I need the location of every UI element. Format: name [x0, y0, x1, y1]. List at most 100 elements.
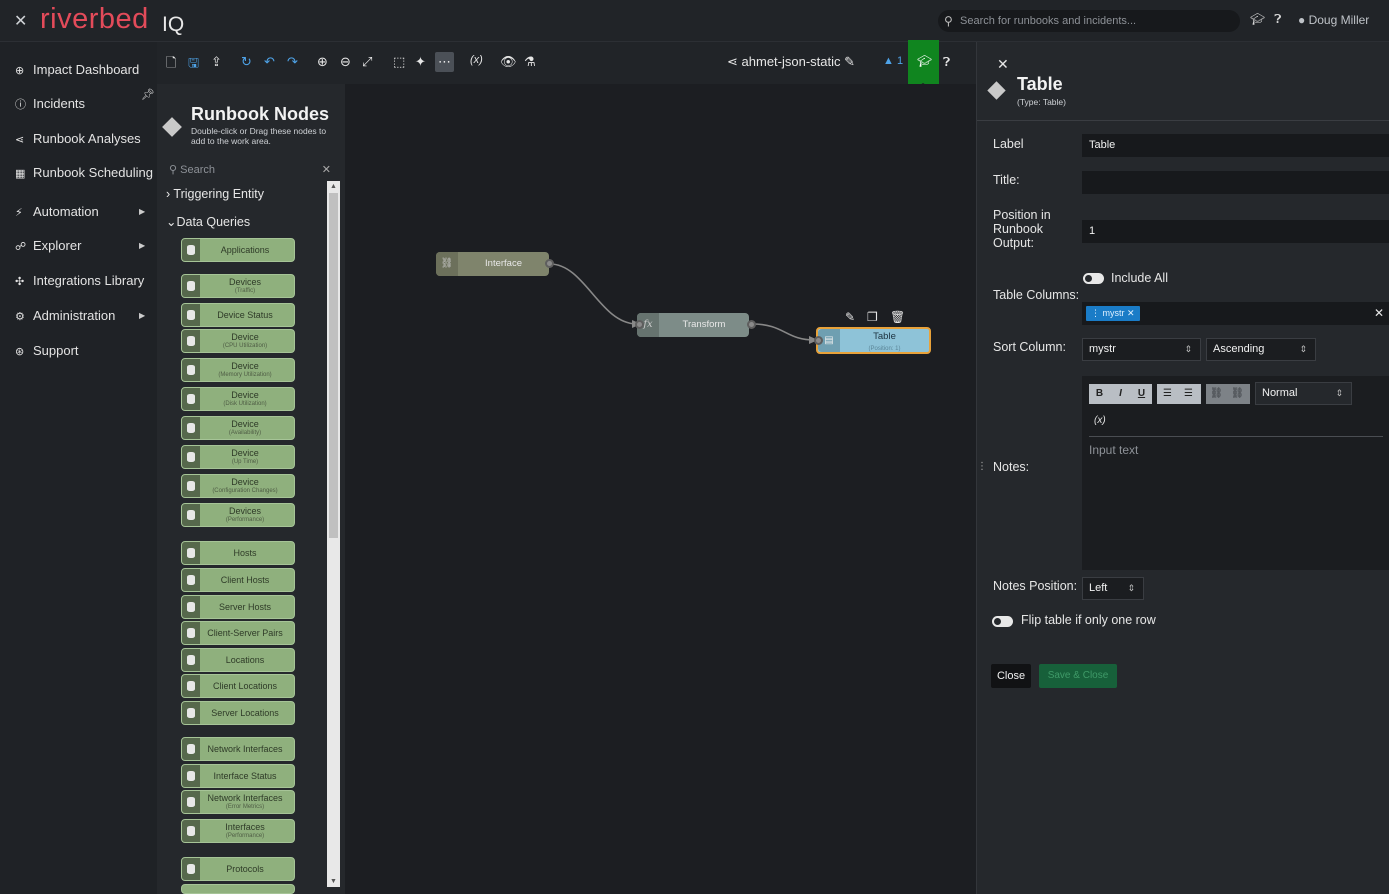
- variables-button[interactable]: (x): [470, 54, 483, 66]
- save-icon[interactable]: 🖫: [188, 54, 199, 76]
- flask-icon[interactable]: ⚗: [524, 54, 536, 70]
- graduation-cap-icon[interactable]: 🎓︎: [1250, 12, 1265, 27]
- node-protocols[interactable]: Protocols: [181, 857, 295, 881]
- insert-variable-button[interactable]: (x): [1094, 415, 1106, 426]
- node-interfaces-performance[interactable]: Interfaces (Performance): [181, 819, 295, 843]
- include-all-toggle[interactable]: [1083, 273, 1104, 284]
- node-hosts[interactable]: Hosts: [181, 541, 295, 565]
- select-area-icon[interactable]: ⬚: [393, 54, 405, 70]
- canvas-node-table[interactable]: ▤ Table (Position: 1): [816, 327, 931, 354]
- title-input[interactable]: [1082, 171, 1389, 194]
- notes-editor[interactable]: BIU ☰ ☰ ⛓ ⛓ Normal ⇕ (x) Input text: [1082, 376, 1389, 570]
- fit-screen-icon[interactable]: ⤢: [362, 54, 372, 70]
- sort-column-select[interactable]: mystr ⇕: [1082, 338, 1201, 361]
- nav-item-impact-dashboard[interactable]: ⊕ Impact Dashboard: [15, 62, 139, 77]
- palette-scrollbar[interactable]: ▲ ▼: [327, 181, 340, 887]
- group-data-queries[interactable]: ⌄Data Queries: [166, 214, 250, 229]
- node-applications[interactable]: Applications: [181, 238, 295, 262]
- palette-search-input[interactable]: ⚲ Search ✕: [169, 163, 331, 176]
- nav-item-automation[interactable]: ⚡︎ Automation ▶: [15, 204, 145, 219]
- flip-table-toggle[interactable]: [992, 616, 1013, 627]
- nav-item-incidents[interactable]: ⓘ Incidents: [15, 96, 85, 112]
- notes-position-select[interactable]: Left ⇕: [1082, 577, 1144, 600]
- canvas-node-interface[interactable]: ⛓ Interface: [436, 252, 549, 276]
- canvas-node-transform[interactable]: fx Transform: [637, 313, 749, 337]
- column-chip[interactable]: ⋮ mystr ✕: [1086, 306, 1140, 321]
- global-search-input[interactable]: ⚲ Search for runbooks and incidents...: [938, 10, 1240, 32]
- edit-node-icon[interactable]: ✎: [845, 310, 855, 324]
- new-file-icon[interactable]: 🗋: [166, 54, 176, 76]
- node-network-interfaces[interactable]: Network Interfaces: [181, 737, 295, 761]
- export-icon[interactable]: ⇪: [211, 54, 222, 70]
- edit-pencil-icon[interactable]: ✎: [844, 54, 855, 69]
- close-icon[interactable]: ✕: [14, 11, 27, 31]
- zoom-in-icon[interactable]: ⊕: [317, 54, 328, 70]
- warning-indicator[interactable]: ▲ 1: [883, 55, 903, 67]
- node-device-uptime[interactable]: Device (Up Time): [181, 445, 295, 469]
- connect-mode-icon[interactable]: ⋯: [435, 52, 454, 72]
- resize-handle[interactable]: ⋮: [977, 461, 987, 472]
- scroll-up-icon[interactable]: ▲: [330, 183, 337, 190]
- node-server-locations[interactable]: Server Locations: [181, 701, 295, 725]
- node-client-server-pairs[interactable]: Client-Server Pairs: [181, 621, 295, 645]
- node-network-interfaces-errors[interactable]: Network Interfaces (Error Metrics): [181, 790, 295, 814]
- scroll-thumb[interactable]: [329, 193, 338, 538]
- help-icon[interactable]: ❓︎: [943, 55, 950, 70]
- magic-icon[interactable]: ✦: [415, 54, 426, 70]
- work-area-canvas[interactable]: ⛓ Interface fx Transform ✎ ❐ 🗑︎ ▤ Table …: [345, 84, 976, 894]
- node-client-locations[interactable]: Client Locations: [181, 674, 295, 698]
- nav-item-explorer[interactable]: ☍ Explorer ▶: [15, 238, 145, 253]
- scroll-down-icon[interactable]: ▼: [330, 878, 337, 885]
- node-client-hosts[interactable]: Client Hosts: [181, 568, 295, 592]
- node-device-disk[interactable]: Device (Disk Utilization): [181, 387, 295, 411]
- nav-item-runbook-analyses[interactable]: ⋖ Runbook Analyses: [15, 131, 141, 146]
- duplicate-node-icon[interactable]: ❐: [867, 310, 878, 324]
- close-panel-icon[interactable]: ✕: [997, 56, 1009, 73]
- node-server-hosts[interactable]: Server Hosts: [181, 595, 295, 619]
- help-icon[interactable]: ❓︎: [1274, 12, 1281, 27]
- save-close-button[interactable]: Save & Close: [1039, 664, 1117, 688]
- link-icon[interactable]: ⛓: [1206, 384, 1227, 404]
- refresh-icon[interactable]: ↻: [241, 54, 252, 70]
- delete-node-icon[interactable]: 🗑︎: [890, 310, 905, 324]
- nav-item-runbook-scheduling[interactable]: ▦ Runbook Scheduling: [15, 165, 153, 180]
- ordered-list-icon[interactable]: ☰: [1157, 384, 1178, 404]
- nav-item-administration[interactable]: ⚙ Administration ▶: [15, 308, 145, 323]
- node-device-status[interactable]: Device Status: [181, 303, 295, 327]
- remove-chip-icon[interactable]: ✕: [1127, 308, 1135, 318]
- group-triggering-entity[interactable]: › Triggering Entity: [166, 187, 264, 201]
- output-port[interactable]: [545, 259, 554, 268]
- node-device-cpu[interactable]: Device (CPU Utilization): [181, 329, 295, 353]
- node-interface-status[interactable]: Interface Status: [181, 764, 295, 788]
- nav-item-support[interactable]: ⊛ Support: [15, 343, 79, 358]
- redo-icon[interactable]: ↷: [287, 54, 298, 70]
- format-select[interactable]: Normal ⇕: [1255, 382, 1352, 405]
- nav-item-integrations-library[interactable]: ✣ Integrations Library: [15, 273, 144, 288]
- node-device-config[interactable]: Device (Configuration Changes): [181, 474, 295, 498]
- output-port[interactable]: [747, 320, 756, 329]
- position-input[interactable]: 1: [1082, 220, 1389, 243]
- node-device-memory[interactable]: Device (Memory Utilization): [181, 358, 295, 382]
- bold-icon[interactable]: B: [1089, 384, 1110, 404]
- pin-icon[interactable]: 📌︎: [141, 88, 155, 101]
- node-partial[interactable]: [181, 884, 295, 894]
- italic-icon[interactable]: I: [1110, 384, 1131, 404]
- label-input[interactable]: Table: [1082, 134, 1389, 157]
- underline-icon[interactable]: U: [1131, 384, 1152, 404]
- close-button[interactable]: Close: [991, 664, 1031, 688]
- node-locations[interactable]: Locations: [181, 648, 295, 672]
- node-devices-performance[interactable]: Devices (Performance): [181, 503, 295, 527]
- node-device-availability[interactable]: Device (Availability): [181, 416, 295, 440]
- clear-search-icon[interactable]: ✕: [322, 163, 331, 176]
- input-port[interactable]: [814, 336, 823, 345]
- zoom-out-icon[interactable]: ⊖: [340, 54, 351, 70]
- input-port[interactable]: [635, 320, 644, 329]
- unlink-icon[interactable]: ⛓: [1227, 384, 1248, 404]
- undo-icon[interactable]: ↶: [264, 54, 275, 70]
- clear-columns-icon[interactable]: ✕: [1374, 306, 1384, 320]
- sort-order-select[interactable]: Ascending ⇕: [1206, 338, 1316, 361]
- bullet-list-icon[interactable]: ☰: [1178, 384, 1199, 404]
- node-devices-traffic[interactable]: Devices (Traffic): [181, 274, 295, 298]
- eye-icon[interactable]: 👁︎: [500, 54, 517, 70]
- user-menu[interactable]: ● Doug Miller: [1298, 13, 1369, 27]
